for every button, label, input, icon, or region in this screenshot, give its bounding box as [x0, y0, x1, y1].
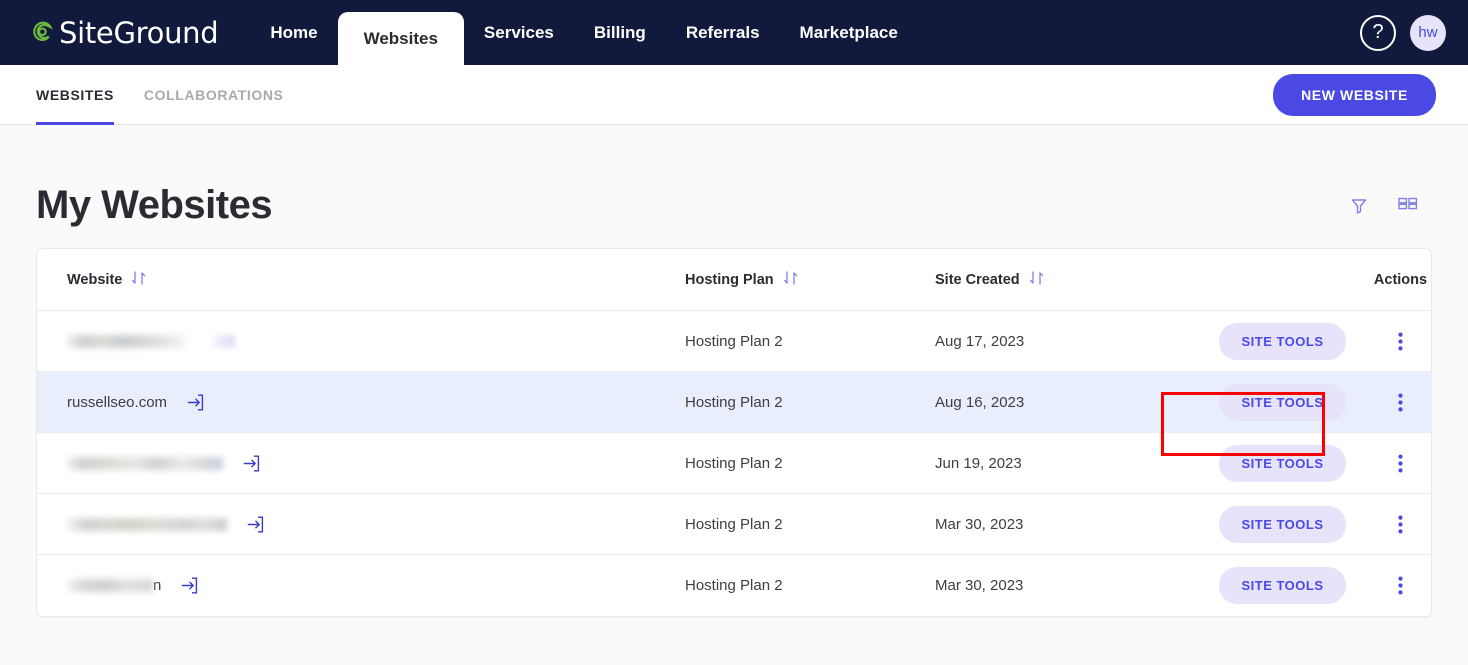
- nav-right-group: ? hw: [1360, 0, 1446, 65]
- primary-nav-items: Home Websites Services Billing Referrals…: [250, 0, 917, 65]
- row-actions-menu-icon[interactable]: [1390, 572, 1411, 599]
- table-header-row: Website Hosting Plan: [37, 249, 1431, 311]
- hosting-plan-value: Hosting Plan 2: [685, 394, 935, 411]
- siteground-logo[interactable]: SiteGround: [30, 0, 218, 65]
- table-row[interactable]: Hosting Plan 2 Mar 30, 2023 SITE TOOLS: [37, 494, 1431, 555]
- main-content: My Websites Website: [0, 125, 1468, 665]
- sub-navigation-bar: WEBSITES COLLABORATIONS NEW WEBSITE: [0, 65, 1468, 125]
- sort-icon[interactable]: [1029, 271, 1044, 289]
- help-icon[interactable]: ?: [1360, 15, 1396, 51]
- table-row-russellseo[interactable]: russellseo.com Hosting Plan 2 Aug 16, 20…: [37, 372, 1431, 433]
- redacted-open-site-icon: [213, 335, 235, 348]
- site-cell: [37, 335, 685, 348]
- open-site-icon[interactable]: [181, 577, 198, 594]
- site-created-value: Aug 16, 2023: [935, 394, 1195, 411]
- site-cell: [37, 516, 685, 533]
- filter-funnel-icon[interactable]: [1350, 197, 1368, 215]
- tab-websites[interactable]: WEBSITES: [36, 65, 114, 125]
- site-tools-button-russellseo[interactable]: SITE TOOLS: [1219, 384, 1345, 421]
- siteground-logo-text: SiteGround: [59, 16, 218, 50]
- nav-item-websites[interactable]: Websites: [338, 12, 464, 65]
- redacted-website-name: [67, 579, 153, 592]
- nav-item-billing[interactable]: Billing: [574, 0, 666, 65]
- table-row[interactable]: n Hosting Plan 2 Mar 30, 2023 SITE TOOLS: [37, 555, 1431, 616]
- site-tools-button[interactable]: SITE TOOLS: [1219, 567, 1345, 604]
- row-actions-menu-icon[interactable]: [1390, 511, 1411, 538]
- siteground-swirl-logo-icon: [30, 20, 56, 46]
- site-cell: n: [37, 577, 685, 594]
- new-website-button[interactable]: NEW WEBSITE: [1273, 74, 1436, 116]
- user-avatar[interactable]: hw: [1410, 15, 1446, 51]
- sort-icon[interactable]: [131, 271, 146, 289]
- view-controls: [1350, 197, 1432, 215]
- column-header-actions: Actions: [1374, 272, 1427, 288]
- nav-item-marketplace[interactable]: Marketplace: [780, 0, 918, 65]
- site-cell: russellseo.com: [37, 394, 685, 411]
- hosting-plan-value: Hosting Plan 2: [685, 455, 935, 472]
- table-row[interactable]: Hosting Plan 2 Aug 17, 2023 SITE TOOLS: [37, 311, 1431, 372]
- grid-view-icon[interactable]: [1398, 197, 1418, 215]
- website-name[interactable]: russellseo.com: [67, 394, 167, 411]
- column-header-hosting-plan[interactable]: Hosting Plan: [685, 271, 935, 289]
- row-actions-menu-icon[interactable]: [1390, 328, 1411, 355]
- site-created-value: Mar 30, 2023: [935, 516, 1195, 533]
- site-created-value: Jun 19, 2023: [935, 455, 1195, 472]
- site-tools-button[interactable]: SITE TOOLS: [1219, 506, 1345, 543]
- column-header-website[interactable]: Website: [67, 271, 146, 289]
- hosting-plan-value: Hosting Plan 2: [685, 333, 935, 350]
- sort-icon[interactable]: [783, 271, 798, 289]
- column-header-website-label: Website: [67, 272, 122, 288]
- open-site-icon[interactable]: [247, 516, 264, 533]
- column-header-hosting-plan-label: Hosting Plan: [685, 272, 774, 288]
- nav-item-referrals[interactable]: Referrals: [666, 0, 780, 65]
- site-created-value: Mar 30, 2023: [935, 577, 1195, 594]
- website-name-visible-suffix: n: [153, 577, 161, 594]
- hosting-plan-value: Hosting Plan 2: [685, 577, 935, 594]
- tab-collaborations[interactable]: COLLABORATIONS: [144, 65, 284, 125]
- page-title: My Websites: [36, 183, 272, 228]
- site-tools-button[interactable]: SITE TOOLS: [1219, 323, 1345, 360]
- column-header-site-created[interactable]: Site Created: [935, 271, 1195, 289]
- open-site-icon[interactable]: [243, 455, 260, 472]
- open-site-icon[interactable]: [187, 394, 204, 411]
- row-actions-menu-icon[interactable]: [1390, 389, 1411, 416]
- site-cell: [37, 455, 685, 472]
- top-navigation-bar: SiteGround Home Websites Services Billin…: [0, 0, 1468, 65]
- redacted-website-name: [67, 518, 227, 531]
- hosting-plan-value: Hosting Plan 2: [685, 516, 935, 533]
- row-actions-menu-icon[interactable]: [1390, 450, 1411, 477]
- column-header-site-created-label: Site Created: [935, 272, 1020, 288]
- site-created-value: Aug 17, 2023: [935, 333, 1195, 350]
- nav-item-home[interactable]: Home: [250, 0, 337, 65]
- nav-item-services[interactable]: Services: [464, 0, 574, 65]
- site-tools-button[interactable]: SITE TOOLS: [1219, 445, 1345, 482]
- redacted-website-name: [67, 457, 223, 470]
- table-row[interactable]: Hosting Plan 2 Jun 19, 2023 SITE TOOLS: [37, 433, 1431, 494]
- websites-table: Website Hosting Plan: [36, 248, 1432, 617]
- redacted-website-name: [67, 335, 185, 348]
- page-header: My Websites: [36, 125, 1432, 248]
